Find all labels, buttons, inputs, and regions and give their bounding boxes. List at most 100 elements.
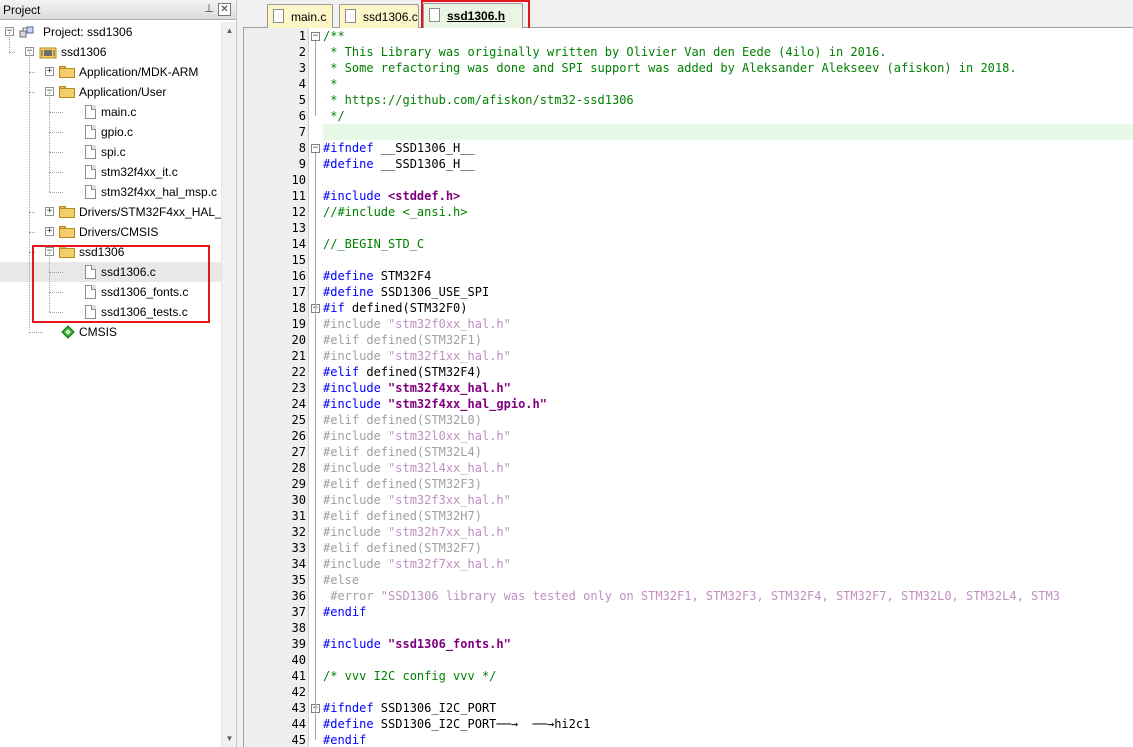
code-line[interactable]: #include "ssd1306_fonts.h" [323,636,511,652]
code-line[interactable]: * https://github.com/afiskon/stm32-ssd13… [323,92,633,108]
fold-toggle-icon[interactable]: − [311,144,320,153]
code-line[interactable]: #include "stm32f1xx_hal.h" [323,348,511,364]
tree-item[interactable]: − Project: ssd1306 [0,22,221,42]
line-number: 36 [291,589,306,603]
project-panel-title: Project [3,3,41,17]
close-icon[interactable]: ✕ [218,3,231,16]
code-line[interactable]: #include "stm32f4xx_hal.h" [323,380,511,396]
tree-file-item[interactable]: stm32f4xx_it.c [0,162,221,182]
file-icon [345,9,356,23]
code-line[interactable]: #include "stm32h7xx_hal.h" [323,524,511,540]
tree-guide-line [49,292,63,293]
file-icon [85,185,96,199]
code-area[interactable]: /** * This Library was originally writte… [323,28,1133,747]
scroll-down-icon[interactable]: ▼ [223,731,236,746]
line-number: 38 [291,621,306,635]
tree-guide-line [29,332,43,333]
code-line[interactable]: #ifndef SSD1306_I2C_PORT [323,700,496,716]
code-line[interactable]: #include "stm32f0xx_hal.h" [323,316,511,332]
code-line[interactable]: #define SSD1306_I2C_PORT──→ ──→hi2c1 [323,716,590,732]
code-token: #include [323,461,381,475]
project-tree-scrollbar[interactable]: ▲ ▼ [221,22,236,747]
target-icon [39,45,57,59]
cmsis-component-icon [61,325,75,339]
tree-file-item[interactable]: spi.c [0,142,221,162]
code-line[interactable]: #define __SSD1306_H__ [323,156,475,172]
code-line[interactable]: #include "stm32f4xx_hal_gpio.h" [323,396,547,412]
code-token: "stm32f3xx_hal.h" [380,493,511,507]
file-icon [273,9,284,23]
code-line[interactable]: #elif defined(STM32F3) [323,476,482,492]
code-token: #endif [323,605,367,619]
code-line[interactable]: #include "stm32f7xx_hal.h" [323,556,511,572]
code-line[interactable]: #elif defined(STM32H7) [323,508,482,524]
code-editor[interactable]: 1 2 3 4 5 6 7 8 9 10 11 12 13 14 15 16 17 18 19 20 21 22 23 24 2… [243,28,1133,747]
code-token: "stm32f7xx_hal.h" [380,557,511,571]
editor-tab[interactable]: ssd1306.h [423,3,523,28]
code-line[interactable]: #include <stddef.h> [323,188,460,204]
code-line[interactable]: /** [323,28,345,44]
code-line[interactable]: #define SSD1306_USE_SPI [323,284,489,300]
code-token: #else [323,573,360,587]
tree-guide-line [29,52,30,330]
code-line[interactable]: #elif defined(STM32F4) [323,364,482,380]
code-token: defined(STM32F7) [359,541,482,555]
line-number: 45 [291,733,306,747]
tree-file-item[interactable]: main.c [0,102,221,122]
tree-file-item[interactable]: gpio.c [0,122,221,142]
line-number: 28 [291,461,306,475]
line-number: 42 [291,685,306,699]
code-token: #include [323,397,381,411]
code-line[interactable]: * This Library was originally written by… [323,44,886,60]
code-line[interactable]: #else [323,572,359,588]
tree-item-label: Drivers/STM32F4xx_HAL_Driv [79,205,237,219]
code-token: #define [323,269,374,283]
code-line[interactable]: * [323,76,337,92]
code-line[interactable]: #if defined(STM32F0) [323,300,468,316]
expand-icon[interactable]: + [45,227,54,236]
tree-guide-line [49,312,63,313]
code-line[interactable]: #elif defined(STM32F7) [323,540,482,556]
code-line[interactable]: #define STM32F4 [323,268,431,284]
scroll-up-icon[interactable]: ▲ [223,23,236,38]
code-line[interactable]: #elif defined(STM32F1) [323,332,482,348]
code-line[interactable]: #error "SSD1306 library was tested only … [323,588,1060,604]
tree-file-item[interactable]: ssd1306_tests.c [0,302,221,322]
expand-icon[interactable]: + [45,67,54,76]
tree-item[interactable]: − ssd1306 [0,42,221,62]
tree-guide-line [49,172,63,173]
code-line[interactable]: #endif [323,604,366,620]
code-line[interactable]: //_BEGIN_STD_C [323,236,424,252]
code-line[interactable]: #include "stm32l4xx_hal.h" [323,460,511,476]
code-token: * Some refactoring was done and SPI supp… [323,61,1017,75]
tree-file-item[interactable]: ssd1306.c [0,262,221,282]
pin-icon[interactable]: ⊥ [202,2,216,16]
code-line[interactable]: #endif [323,732,366,747]
fold-toggle-icon[interactable]: − [311,32,320,41]
code-line[interactable]: #elif defined(STM32L0) [323,412,482,428]
fold-guide-line [315,713,316,740]
code-line[interactable]: #include "stm32f3xx_hal.h" [323,492,511,508]
editor-tab[interactable]: ssd1306.c [339,4,419,28]
tree-guide-line [49,152,63,153]
code-line[interactable]: */ [323,108,344,124]
line-number: 16 [291,269,306,283]
tree-item-label: Application/MDK-ARM [79,65,199,79]
code-line[interactable]: /* vvv I2C config vvv */ [323,668,496,684]
editor-tab[interactable]: main.c [267,4,333,28]
code-line[interactable]: #elif defined(STM32L4) [323,444,482,460]
code-token: defined(STM32H7) [359,509,482,523]
tree-guide-line [49,272,63,273]
code-line[interactable]: #include "stm32l0xx_hal.h" [323,428,511,444]
code-line[interactable]: * Some refactoring was done and SPI supp… [323,60,1017,76]
tree-file-item[interactable]: stm32f4xx_hal_msp.c [0,182,221,202]
tree-file-item[interactable]: ssd1306_fonts.c [0,282,221,302]
expand-icon[interactable]: + [45,207,54,216]
code-token: #include [323,525,381,539]
code-line[interactable]: #ifndef __SSD1306_H__ [323,140,475,156]
line-number: 27 [291,445,306,459]
line-number: 11 [291,189,306,203]
code-line[interactable]: //#include <_ansi.h> [323,204,468,220]
tree-item-label: stm32f4xx_hal_msp.c [101,185,218,199]
code-token: #define [323,285,374,299]
